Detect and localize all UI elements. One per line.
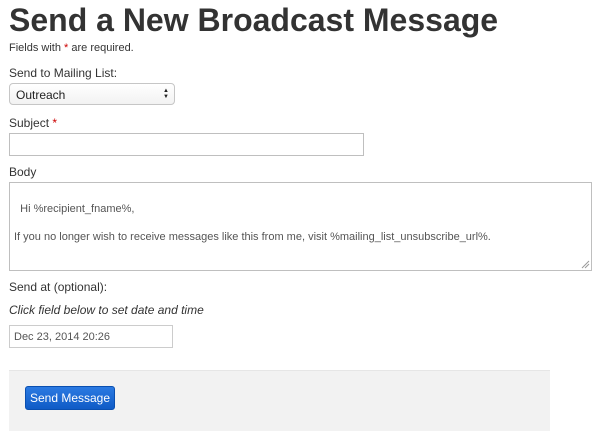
send-message-button[interactable]: Send Message: [25, 386, 115, 410]
body-text: Hi %recipient_fname%, If you no longer w…: [14, 203, 491, 243]
mailing-list-select[interactable]: Outreach ▲ ▼: [9, 83, 175, 105]
required-note: Fields with * are required.: [9, 42, 134, 54]
subject-label: Subject *: [9, 116, 57, 130]
subject-required-star: *: [52, 116, 58, 130]
action-bar: Send Message: [9, 370, 550, 431]
mailing-list-label: Send to Mailing List:: [9, 66, 118, 80]
subject-input[interactable]: [9, 133, 364, 156]
body-label: Body: [9, 165, 37, 179]
send-at-hint: Click field below to set date and time: [9, 303, 204, 317]
select-arrows-icon: ▲ ▼: [163, 88, 169, 100]
body-textarea[interactable]: Hi %recipient_fname%, If you no longer w…: [9, 182, 592, 271]
send-at-label: Send at (optional):: [9, 280, 108, 294]
send-at-date-input[interactable]: Dec 23, 2014 20:26: [9, 325, 173, 348]
page-title: Send a New Broadcast Message: [9, 2, 499, 38]
mailing-list-selected-value: Outreach: [16, 88, 66, 102]
subject-label-text: Subject: [9, 116, 50, 130]
required-note-prefix: Fields with: [9, 42, 65, 54]
resize-handle-icon[interactable]: [581, 260, 590, 269]
required-note-suffix: are required.: [68, 42, 134, 54]
